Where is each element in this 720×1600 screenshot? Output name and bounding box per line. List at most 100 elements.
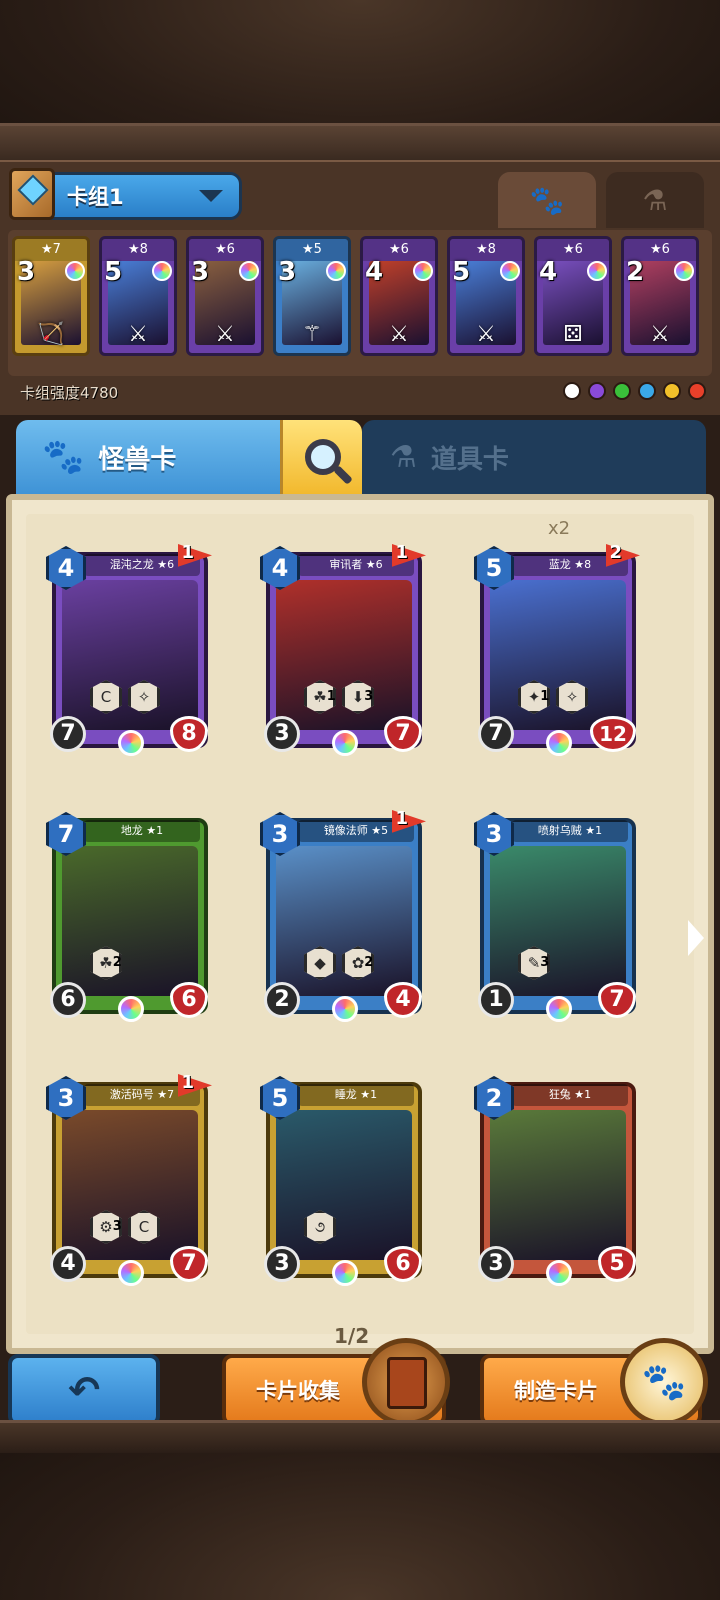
ability-glyph: ☘ (313, 688, 327, 706)
card-album-icon[interactable] (362, 1338, 450, 1426)
tab-monster-cards[interactable]: 🐾 怪兽卡 (16, 420, 362, 494)
craft-card-label: 制造卡片 (514, 1379, 598, 1403)
deck-card[interactable]: ★8 5 ⚔ (99, 236, 177, 356)
monster-card[interactable]: 激活码号 ★7 3 1 ⚙ 3 C 4 7 (46, 1064, 212, 1286)
deck-card-cost: 3 (17, 257, 36, 287)
rainbow-gem-icon (546, 730, 572, 756)
card-name: 喷射乌贼 ★1 (512, 820, 628, 842)
ability-icon: ◆ (304, 946, 336, 980)
card-level: 2 (609, 542, 622, 563)
deck-name: 卡组1 (67, 185, 124, 209)
rainbow-gem-icon (413, 261, 433, 281)
ability-count: 1 (540, 689, 550, 704)
card-attack: 3 (478, 1246, 514, 1282)
ability-icon: C (128, 1210, 160, 1244)
chevron-down-icon (199, 190, 223, 202)
top-wood-frame (0, 0, 720, 160)
rainbow-gem-icon (118, 996, 144, 1022)
flask-icon: ⚗ (642, 183, 668, 217)
deck-card[interactable]: ★6 4 ⚔ (360, 236, 438, 356)
back-button[interactable]: ↶ (8, 1354, 160, 1426)
monster-card[interactable]: 混沌之龙 ★6 4 1 C ✧ 7 8 (46, 534, 212, 756)
element-icon (663, 382, 681, 400)
rainbow-gem-icon (332, 996, 358, 1022)
card-collection-label: 卡片收集 (256, 1379, 340, 1403)
next-page-arrow-icon[interactable] (688, 920, 704, 956)
deck-card[interactable]: ★7 3 🏹 (12, 236, 90, 356)
ability-glyph: ✦ (527, 688, 541, 706)
card-abilities: ૭ (304, 1210, 336, 1244)
rainbow-gem-icon (587, 261, 607, 281)
rainbow-gem-icon (65, 261, 85, 281)
monster-card[interactable]: 镜像法师 ★5 3 1 ◆ ✿ 2 2 4 (260, 800, 426, 1022)
ability-glyph: ✿ (351, 954, 365, 972)
staff-icon: ⚚ (302, 322, 322, 347)
ability-glyph: ⚙ (99, 1218, 113, 1236)
deck-card-cost: 2 (626, 257, 645, 287)
card-level: 1 (395, 542, 408, 563)
card-attack: 3 (264, 716, 300, 752)
deck-panel: 卡组1 🐾 ⚗ ★7 3 🏹 ★8 5 ⚔ ★6 3 ⚔ ★5 3 ⚚ ★6 4 ⚔ ★8 5 ⚔ ★6 4 ⚄ ★6 2 ⚔… (0, 160, 720, 415)
rainbow-gem-icon (546, 1260, 572, 1286)
element-icon (563, 382, 581, 400)
monster-card[interactable]: 蓝龙 ★8 5 2 ✦ 1 ✧ 7 12 (474, 534, 640, 756)
deck-card-cost: 5 (452, 257, 471, 287)
ability-glyph: ✧ (565, 688, 579, 706)
deck-card-cost: 5 (104, 257, 123, 287)
rainbow-gem-icon (546, 996, 572, 1022)
monster-card[interactable]: 狂兔 ★1 2 3 5 (474, 1064, 640, 1286)
deck-selector[interactable]: 卡组1 (9, 168, 242, 220)
monster-card[interactable]: 睡龙 ★1 5 ૭ 3 6 (260, 1064, 426, 1286)
ability-glyph: ◆ (314, 954, 326, 972)
element-icon (588, 382, 606, 400)
ability-icon: ✧ (128, 680, 160, 714)
element-icon (688, 382, 706, 400)
rainbow-gem-icon (500, 261, 520, 281)
tab-item-cards[interactable]: ⚗ 道具卡 (362, 420, 706, 494)
rainbow-gem-icon (152, 261, 172, 281)
deck-card[interactable]: ★6 3 ⚔ (186, 236, 264, 356)
card-abilities: ✦ 1 ✧ (518, 680, 588, 714)
tab-monster-label: 怪兽卡 (98, 444, 177, 475)
ability-count: 3 (364, 689, 374, 704)
page-indicator: 1/2 (334, 1324, 370, 1348)
card-attack: 6 (50, 982, 86, 1018)
ability-glyph: ૭ (314, 1218, 326, 1236)
rainbow-gem-icon (239, 261, 259, 281)
monster-card[interactable]: 地龙 ★1 7 ☘ 2 6 6 (46, 800, 212, 1022)
rainbow-gem-icon (326, 261, 346, 281)
tab-monster-deck[interactable]: 🐾 (498, 172, 596, 228)
ability-glyph: ☘ (99, 954, 113, 972)
deck-card-cost: 4 (539, 257, 558, 287)
ability-icon: ✿ 2 (342, 946, 374, 980)
element-icon (638, 382, 656, 400)
card-abilities: C ✧ (90, 680, 160, 714)
ability-icon: ✦ 1 (518, 680, 550, 714)
paw-icon: 🐾 (42, 437, 85, 477)
monster-card[interactable]: 审讯者 ★6 4 1 ☘ 1 ⬇ 3 3 7 (260, 534, 426, 756)
card-name: 狂兔 ★1 (512, 1084, 628, 1106)
ability-glyph: ✧ (137, 688, 151, 706)
card-abilities: ☘ 1 ⬇ 3 (304, 680, 374, 714)
card-attack: 1 (478, 982, 514, 1018)
deck-card[interactable]: ★8 5 ⚔ (447, 236, 525, 356)
monster-card[interactable]: 喷射乌贼 ★1 3 ✎ 3 1 7 (474, 800, 640, 1022)
rainbow-gem-icon (332, 730, 358, 756)
search-button[interactable] (280, 420, 362, 494)
paw-icon: 🐾 (529, 183, 565, 217)
card-attack: 4 (50, 1246, 86, 1282)
ability-count: 1 (326, 689, 336, 704)
card-level: 1 (181, 542, 194, 563)
paw-jar-icon[interactable]: 🐾 (620, 1338, 708, 1426)
card-abilities: ☘ 2 (90, 946, 122, 980)
deck-card[interactable]: ★5 3 ⚚ (273, 236, 351, 356)
card-name: 地龙 ★1 (84, 820, 200, 842)
deck-card[interactable]: ★6 2 ⚔ (621, 236, 699, 356)
ability-icon: ⚙ 3 (90, 1210, 122, 1244)
deck-card[interactable]: ★6 4 ⚄ (534, 236, 612, 356)
ability-count: 3 (540, 955, 550, 970)
deck-card-cost: 4 (365, 257, 384, 287)
tab-item-deck[interactable]: ⚗ (606, 172, 704, 228)
ability-count: 3 (112, 1219, 122, 1234)
tab-item-label: 道具卡 (430, 444, 509, 475)
